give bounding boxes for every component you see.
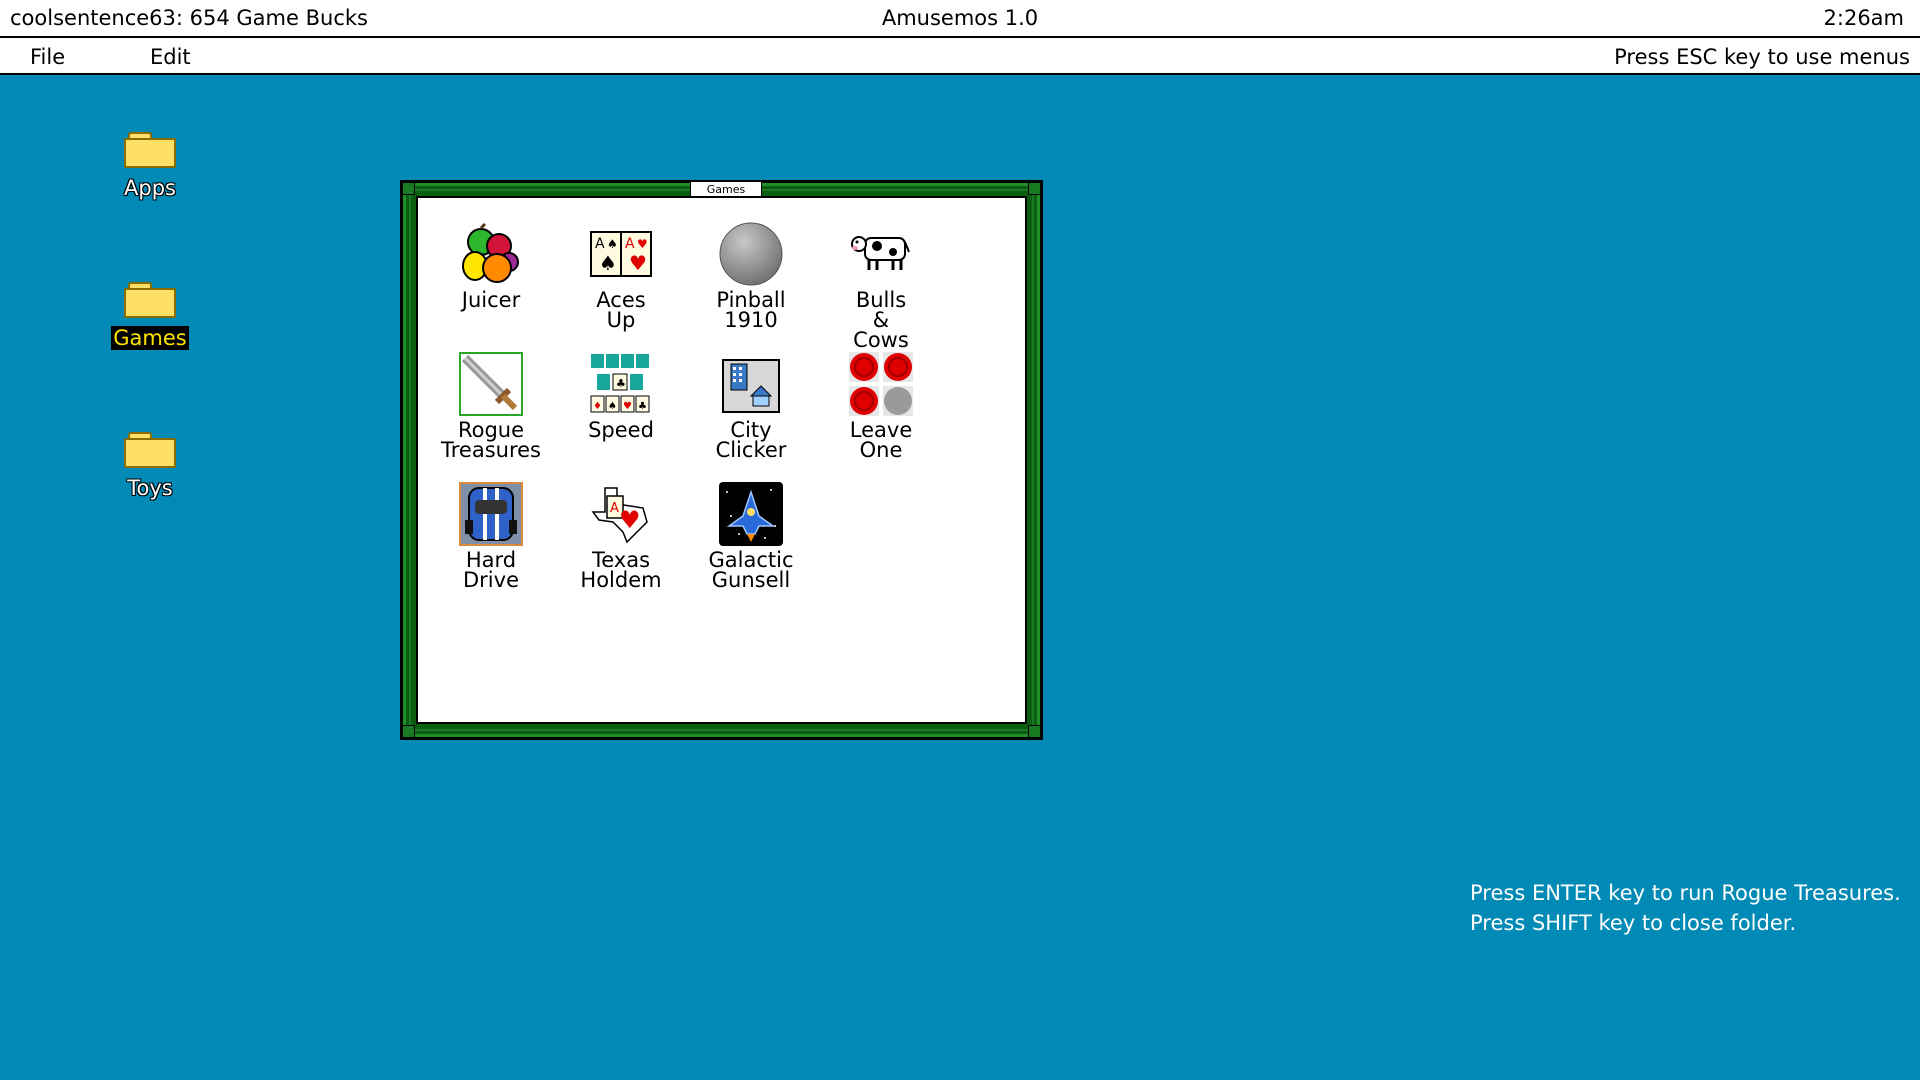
game-rogue-treasures[interactable]: Rogue Treasures bbox=[431, 352, 551, 462]
svg-text:♠: ♠ bbox=[608, 401, 617, 412]
game-bulls-and-cows[interactable]: Bulls & Cows bbox=[821, 222, 941, 352]
desktop-folder-apps[interactable]: Apps bbox=[75, 132, 225, 200]
checkers-icon bbox=[849, 352, 913, 416]
window-corner bbox=[1028, 182, 1041, 195]
window-corner bbox=[402, 182, 415, 195]
city-icon bbox=[719, 352, 783, 416]
game-galactic-gunsell[interactable]: Galactic Gunsell bbox=[691, 482, 811, 592]
window-content: Juicer A ♠ ♠ A ♥ ♥ Aces Up Pinball 1910 … bbox=[416, 196, 1027, 724]
svg-text:♥: ♥ bbox=[629, 251, 647, 275]
window-corner bbox=[1028, 725, 1041, 738]
game-label: Pinball 1910 bbox=[716, 288, 786, 332]
game-label: Juicer bbox=[461, 288, 521, 312]
game-label: Texas Holdem bbox=[580, 548, 662, 592]
sword-icon bbox=[459, 352, 523, 416]
window-corner bbox=[402, 725, 415, 738]
svg-text:♠: ♠ bbox=[599, 251, 617, 275]
svg-text:♥: ♥ bbox=[623, 401, 632, 412]
svg-text:♦: ♦ bbox=[593, 401, 602, 412]
games-folder-window: Games Juicer A ♠ ♠ A ♥ ♥ Aces Up Pinball… bbox=[400, 180, 1043, 740]
game-label: Aces Up bbox=[596, 288, 646, 332]
svg-text:A: A bbox=[595, 236, 605, 252]
game-label: Leave One bbox=[849, 418, 913, 462]
game-label: Galactic Gunsell bbox=[708, 548, 794, 592]
svg-text:♣: ♣ bbox=[616, 377, 626, 390]
game-speed[interactable]: ♣ ♦ ♠ ♥ ♣ Speed bbox=[561, 352, 681, 442]
game-hard-drive[interactable]: Hard Drive bbox=[431, 482, 551, 592]
cards-icon: A ♠ ♠ A ♥ ♥ bbox=[589, 222, 653, 286]
game-label: Bulls & Cows bbox=[853, 288, 909, 352]
cow-icon bbox=[849, 222, 913, 286]
folder-icon bbox=[124, 282, 176, 318]
folder-icon bbox=[124, 132, 176, 168]
game-leave-one[interactable]: Leave One bbox=[821, 352, 941, 462]
menu-bar: File Edit Press ESC key to use menus bbox=[0, 38, 1920, 75]
keyboard-hint: Press ENTER key to run Rogue Treasures. … bbox=[1470, 878, 1901, 938]
svg-text:♣: ♣ bbox=[638, 401, 647, 412]
fruit-icon bbox=[459, 222, 523, 286]
game-texas-holdem[interactable]: A ♥ Texas Holdem bbox=[561, 482, 681, 592]
desktop-folder-games[interactable]: Games bbox=[75, 282, 225, 350]
game-juicer[interactable]: Juicer bbox=[431, 222, 551, 312]
svg-text:♥: ♥ bbox=[637, 237, 648, 251]
svg-text:A: A bbox=[610, 501, 619, 516]
folder-label: Games bbox=[111, 326, 189, 350]
svg-text:♠: ♠ bbox=[607, 237, 618, 251]
svg-text:A: A bbox=[625, 236, 635, 252]
desktop-folder-toys[interactable]: Toys bbox=[75, 432, 225, 500]
game-label: Hard Drive bbox=[463, 548, 519, 592]
game-aces-up[interactable]: A ♠ ♠ A ♥ ♥ Aces Up bbox=[561, 222, 681, 332]
app-title: Amusemos 1.0 bbox=[881, 6, 1039, 30]
folder-label: Toys bbox=[127, 476, 173, 500]
hint-close-folder: Press SHIFT key to close folder. bbox=[1470, 911, 1797, 935]
game-label: Speed bbox=[588, 418, 654, 442]
ball-icon bbox=[719, 222, 783, 286]
game-label: Rogue Treasures bbox=[441, 418, 541, 462]
hint-run-game: Press ENTER key to run Rogue Treasures. bbox=[1470, 881, 1901, 905]
game-pinball-1910[interactable]: Pinball 1910 bbox=[691, 222, 811, 332]
game-city-clicker[interactable]: City Clicker bbox=[691, 352, 811, 462]
folder-label: Apps bbox=[124, 176, 176, 200]
clock: 2:26am bbox=[1823, 6, 1904, 30]
spaceship-icon bbox=[719, 482, 783, 546]
menu-hint: Press ESC key to use menus bbox=[1614, 45, 1910, 69]
texas-card-icon: A ♥ bbox=[589, 482, 653, 546]
edit-menu[interactable]: Edit bbox=[150, 45, 191, 69]
folder-icon bbox=[124, 432, 176, 468]
game-label: City Clicker bbox=[715, 418, 787, 462]
file-menu[interactable]: File bbox=[30, 45, 65, 69]
car-icon bbox=[459, 482, 523, 546]
title-bar: coolsentence63: 654 Game Bucks Amusemos … bbox=[0, 0, 1920, 38]
svg-text:♥: ♥ bbox=[619, 506, 641, 534]
card-rows-icon: ♣ ♦ ♠ ♥ ♣ bbox=[589, 352, 653, 416]
